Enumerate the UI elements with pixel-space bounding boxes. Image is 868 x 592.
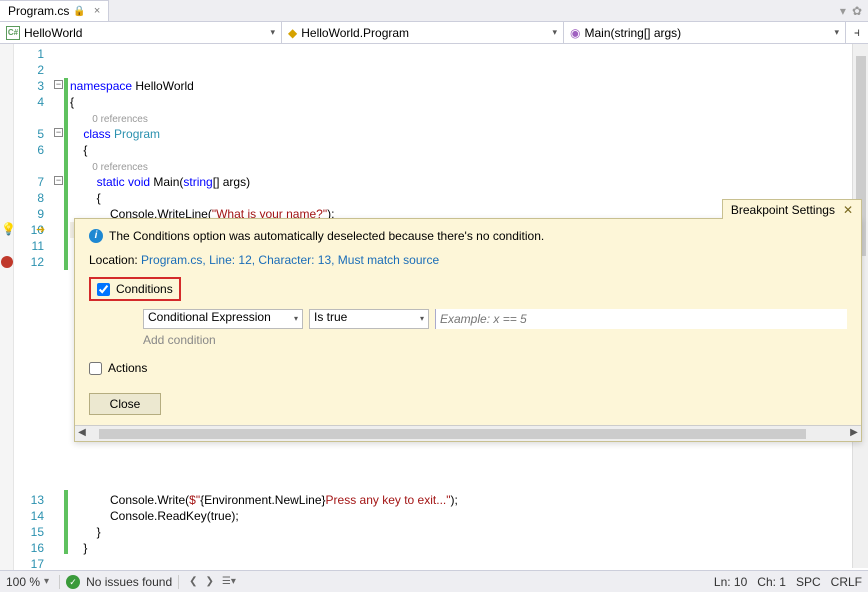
zoom-dropdown-icon[interactable]: ▾ [44,576,49,587]
lock-icon: 🔒 [73,6,85,17]
info-message: i The Conditions option was automaticall… [89,229,847,243]
nav-project[interactable]: C# HelloWorld ▾ [0,22,282,43]
preview-icon[interactable]: ▾ [840,4,846,18]
location-link[interactable]: Program.cs, Line: 12, Character: 13, Mus… [141,253,439,267]
close-button[interactable]: Close [89,393,161,415]
tab-bar: Program.cs 🔒 × ▾ ✿ [0,0,868,22]
condition-expression-input[interactable] [435,309,847,329]
char-indicator[interactable]: Ch: 1 [757,575,786,589]
line-numbers: 13 14 15 16 17 [14,490,50,570]
chevron-down-icon: ▾ [834,27,839,38]
breakpoint-dot[interactable] [1,256,13,268]
nav-history-icon[interactable]: ☰▾ [222,576,236,587]
chevron-down-icon: ▾ [294,314,298,323]
chevron-down-icon: ▾ [420,314,424,323]
zoom-level[interactable]: 100 % [6,575,40,589]
close-panel-icon[interactable]: ✕ [843,203,853,217]
conditions-highlight: Conditions [89,277,181,301]
status-bar: 100 % ▾ ✓ No issues found ❮ ❯ ☰▾ Ln: 10 … [0,570,868,592]
panel-header: Breakpoint Settings ✕ [722,199,862,219]
indent-indicator[interactable]: SPC [796,575,821,589]
actions-checkbox[interactable] [89,362,102,375]
line-indicator[interactable]: Ln: 10 [714,575,747,589]
actions-label: Actions [108,361,147,375]
breakpoint-settings-panel: Breakpoint Settings ✕ i The Conditions o… [74,218,862,442]
class-icon: ◆ [288,26,297,40]
line-ending-indicator[interactable]: CRLF [831,575,862,589]
nav-method-label: Main(string[] args) [584,26,681,40]
chevron-down-icon: ▾ [270,27,275,38]
fold-toggle[interactable]: − [54,176,63,185]
conditions-label: Conditions [116,282,173,296]
nav-class[interactable]: ◆ HelloWorld.Program ▾ [282,22,564,43]
conditions-checkbox[interactable] [97,283,110,296]
change-marker [64,490,68,554]
fold-toggle[interactable]: − [54,128,63,137]
panel-horizontal-scrollbar[interactable]: ◀ ▶ [75,425,861,441]
method-icon: ◉ [570,26,580,40]
nav-project-label: HelloWorld [24,26,82,40]
execution-arrow-icon: ➜ [36,222,45,238]
add-condition-link[interactable]: Add condition [143,333,847,347]
change-marker [64,78,68,270]
nav-class-label: HelloWorld.Program [301,26,409,40]
settings-icon[interactable]: ✿ [852,4,862,18]
file-tab-program[interactable]: Program.cs 🔒 × [0,0,109,21]
nav-fwd-icon[interactable]: ❯ [206,576,214,587]
info-text: The Conditions option was automatically … [109,229,544,243]
nav-back-icon[interactable]: ❮ [189,576,197,587]
location-row: Location: Program.cs, Line: 12, Characte… [89,253,847,267]
tab-label: Program.cs [8,4,69,18]
condition-operator-select[interactable]: Is true▾ [309,309,429,329]
csharp-icon: C# [6,26,20,40]
panel-title: Breakpoint Settings [731,203,835,217]
check-icon: ✓ [66,575,80,589]
location-label: Location: [89,253,141,267]
fold-toggle[interactable]: − [54,80,63,89]
info-icon: i [89,229,103,243]
chevron-down-icon: ▾ [552,27,557,38]
nav-method[interactable]: ◉ Main(string[] args) ▾ [564,22,846,43]
navigation-bar: C# HelloWorld ▾ ◆ HelloWorld.Program ▾ ◉… [0,22,868,44]
close-icon[interactable]: × [94,5,100,17]
issues-status[interactable]: No issues found [86,575,172,589]
condition-type-select[interactable]: Conditional Expression▾ [143,309,303,329]
split-view-button[interactable]: ⫞ [846,22,868,43]
